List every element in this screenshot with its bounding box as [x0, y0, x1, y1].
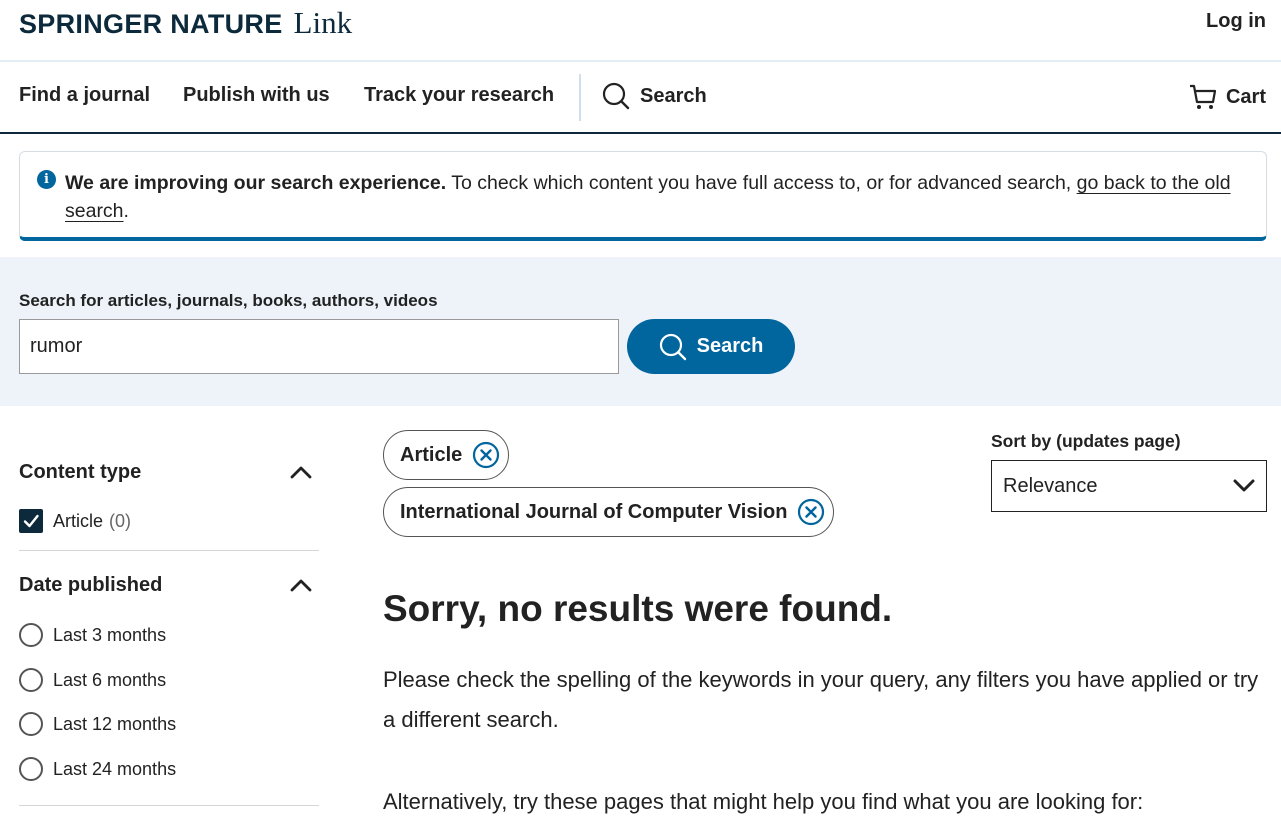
- content-type-article-checkbox[interactable]: Article (0): [19, 509, 131, 533]
- nav-search-label: Search: [640, 84, 707, 107]
- date-last-12-months[interactable]: Last 12 months: [19, 712, 176, 736]
- search-notice-banner: i We are improving our search experience…: [19, 151, 1267, 241]
- date-last-6-months[interactable]: Last 6 months: [19, 668, 166, 692]
- filter-divider: [19, 805, 319, 806]
- chip-label: Article: [400, 443, 463, 466]
- chevron-up-icon[interactable]: [290, 465, 312, 479]
- filter-divider: [19, 550, 319, 551]
- radio-button[interactable]: [19, 757, 43, 781]
- nav-search-button[interactable]: Search: [602, 82, 707, 110]
- nav-track-research[interactable]: Track your research: [364, 84, 554, 107]
- nav-divider: [579, 74, 581, 121]
- nav-find-journal[interactable]: Find a journal: [19, 84, 150, 107]
- search-icon: [602, 82, 630, 110]
- checkbox-checked[interactable]: [19, 509, 43, 533]
- sort-select[interactable]: Relevance: [991, 460, 1267, 512]
- checkbox-label: Article: [53, 510, 104, 531]
- search-submit-button[interactable]: Search: [627, 319, 795, 374]
- active-filter-chip: Article: [383, 430, 510, 480]
- chip-label: International Journal of Computer Vision: [400, 500, 788, 523]
- site-logo[interactable]: SPRINGER NATURE Link: [19, 5, 352, 41]
- notice-body-text: To check which content you have full acc…: [446, 172, 1077, 194]
- notice-text: We are improving our search experience. …: [65, 169, 1245, 225]
- cart-icon: [1189, 84, 1217, 109]
- main-nav: Find a journal Publish with us Track you…: [0, 62, 1281, 134]
- login-link[interactable]: Log in: [1206, 10, 1266, 33]
- nav-publish-with-us[interactable]: Publish with us: [183, 84, 330, 107]
- logo-product: Link: [293, 5, 353, 40]
- nav-cart-button[interactable]: Cart: [1188, 82, 1266, 112]
- sort-label: Sort by (updates page): [991, 431, 1181, 451]
- notice-end-text: .: [123, 200, 129, 222]
- chevron-up-icon[interactable]: [290, 578, 312, 592]
- alternative-suggestions-text: Alternatively, try these pages that migh…: [383, 789, 1144, 814]
- sort-value: Relevance: [1003, 474, 1098, 497]
- search-label: Search for articles, journals, books, au…: [19, 291, 438, 310]
- radio-label: Last 12 months: [53, 713, 177, 734]
- checkmark-icon: [23, 514, 39, 528]
- logo-brand: SPRINGER NATURE: [19, 9, 283, 39]
- content-type-heading[interactable]: Content type: [19, 461, 141, 484]
- info-icon: i: [37, 170, 56, 189]
- radio-label: Last 3 months: [53, 624, 167, 645]
- notice-bold-text: We are improving our search experience.: [65, 172, 447, 194]
- radio-button[interactable]: [19, 668, 43, 692]
- top-bar: SPRINGER NATURE Link Log in: [0, 0, 1281, 62]
- no-results-message: Please check the spelling of the keyword…: [383, 667, 1259, 732]
- date-last-24-months[interactable]: Last 24 months: [19, 757, 176, 781]
- remove-filter-icon[interactable]: [797, 498, 825, 526]
- search-section: Search for articles, journals, books, au…: [0, 257, 1281, 406]
- search-input[interactable]: [19, 319, 619, 374]
- no-results-heading: Sorry, no results were found.: [383, 588, 893, 629]
- date-published-heading[interactable]: Date published: [19, 574, 162, 597]
- date-last-3-months[interactable]: Last 3 months: [19, 623, 166, 647]
- chevron-down-icon: [1233, 479, 1255, 492]
- radio-button[interactable]: [19, 712, 43, 736]
- active-filter-chip: International Journal of Computer Vision: [383, 487, 835, 537]
- remove-filter-icon[interactable]: [472, 441, 500, 469]
- checkbox-count: (0): [109, 510, 132, 531]
- search-submit-label: Search: [696, 335, 764, 357]
- radio-button[interactable]: [19, 623, 43, 647]
- radio-label: Last 24 months: [53, 758, 177, 779]
- search-icon: [659, 333, 686, 360]
- radio-label: Last 6 months: [53, 669, 167, 690]
- nav-cart-label: Cart: [1225, 85, 1266, 108]
